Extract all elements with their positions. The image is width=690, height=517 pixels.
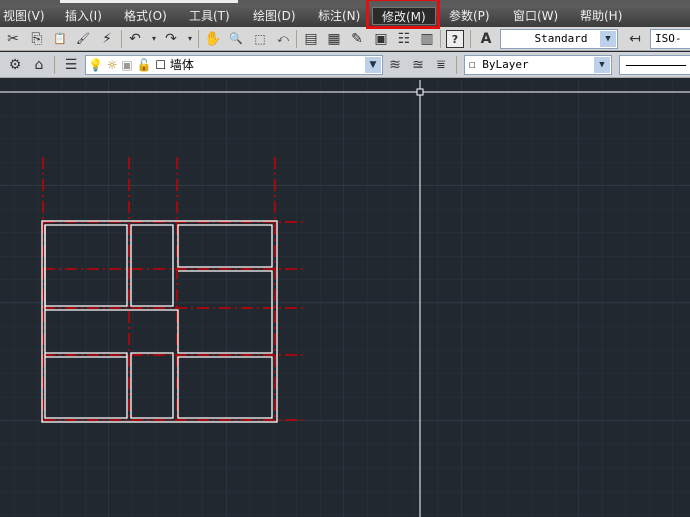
layers-toolbar: ⚙ ⌂ ☰ 💡 ☼ ▣ 🔓 ☐ 墙体 ▼ ≋ ≊ ⩸ ☐ ByLayer ▼ bbox=[0, 52, 690, 78]
markup-icon[interactable]: ☷ bbox=[395, 30, 413, 48]
properties-icon[interactable]: ▤ bbox=[302, 30, 320, 48]
color-swatch: ☐ bbox=[469, 58, 483, 71]
color-select[interactable]: ☐ ByLayer ▼ bbox=[464, 55, 612, 75]
match-properties-icon[interactable]: 🖌 bbox=[74, 30, 92, 48]
chevron-down-icon[interactable]: ▼ bbox=[600, 31, 616, 47]
cut-icon[interactable]: ✂ bbox=[4, 30, 22, 48]
calculator-icon[interactable]: ▥ bbox=[418, 30, 436, 48]
help-icon[interactable]: ? bbox=[446, 30, 464, 48]
sun-icon: ☼ bbox=[106, 58, 118, 72]
menu-format[interactable]: 格式(O) bbox=[121, 7, 170, 25]
menu-parameter[interactable]: 参数(P) bbox=[446, 7, 493, 25]
layer-color-swatch: ☐ bbox=[155, 58, 167, 72]
layer-states-icon[interactable]: ⩸ bbox=[432, 56, 450, 74]
menu-window[interactable]: 窗口(W) bbox=[510, 7, 561, 25]
chevron-down-icon[interactable]: ▼ bbox=[594, 57, 610, 73]
dimension-style-select[interactable]: ISO- bbox=[650, 29, 690, 49]
make-current-layer-icon[interactable]: ≋ bbox=[386, 56, 404, 74]
block-editor-icon[interactable]: ⚡ bbox=[98, 30, 116, 48]
menu-insert[interactable]: 插入(I) bbox=[62, 7, 105, 25]
copy-icon[interactable]: ⎘ bbox=[28, 30, 46, 48]
dimension-style-icon[interactable]: ↤ bbox=[626, 30, 644, 48]
text-style-select[interactable]: Standard ▼ bbox=[500, 29, 618, 49]
zoom-realtime-icon[interactable]: 🔍 bbox=[227, 30, 245, 48]
viewport-freeze-icon: ▣ bbox=[121, 58, 133, 72]
highlight-box bbox=[366, 0, 440, 29]
layer-previous-icon[interactable]: ≊ bbox=[409, 56, 427, 74]
standard-toolbar: ✂ ⎘ 📋 🖌 ⚡ ↶ ▾ ↷ ▾ ✋ 🔍 ⬚ ⤺ ▤ ▦ ✎ ▣ ☷ ▥ ? … bbox=[0, 27, 690, 51]
pan-icon[interactable]: ✋ bbox=[204, 30, 222, 48]
zoom-window-icon[interactable]: ⬚ bbox=[251, 30, 269, 48]
sheet-set-icon[interactable]: ▣ bbox=[372, 30, 390, 48]
linetype-select[interactable] bbox=[619, 55, 690, 75]
redo-dropdown-icon[interactable]: ▾ bbox=[181, 30, 199, 48]
menu-tools[interactable]: 工具(T) bbox=[186, 7, 233, 25]
layer-select[interactable]: 💡 ☼ ▣ 🔓 ☐ 墙体 ▼ bbox=[85, 55, 383, 75]
workspace-icon[interactable]: ⌂ bbox=[30, 56, 48, 74]
redo-icon[interactable]: ↷ bbox=[162, 30, 180, 48]
paste-icon[interactable]: 📋 bbox=[51, 30, 69, 48]
drawing-canvas[interactable] bbox=[0, 80, 690, 517]
menu-draw[interactable]: 绘图(D) bbox=[250, 7, 299, 25]
linetype-preview bbox=[626, 65, 686, 66]
menu-help[interactable]: 帮助(H) bbox=[577, 7, 625, 25]
undo-dropdown-icon[interactable]: ▾ bbox=[145, 30, 163, 48]
undo-icon[interactable]: ↶ bbox=[126, 30, 144, 48]
bulb-icon: 💡 bbox=[88, 58, 103, 72]
design-center-icon[interactable]: ▦ bbox=[325, 30, 343, 48]
tool-palettes-icon[interactable]: ✎ bbox=[348, 30, 366, 48]
lock-icon: 🔓 bbox=[136, 58, 152, 72]
menu-view[interactable]: 视图(V) bbox=[0, 7, 48, 25]
zoom-previous-icon[interactable]: ⤺ bbox=[274, 30, 292, 48]
workspace-settings-icon[interactable]: ⚙ bbox=[6, 56, 24, 74]
chevron-down-icon[interactable]: ▼ bbox=[365, 57, 381, 73]
menu-dimension[interactable]: 标注(N) bbox=[315, 7, 363, 25]
text-style-icon[interactable]: A bbox=[477, 30, 495, 48]
layer-manager-icon[interactable]: ☰ bbox=[62, 56, 80, 74]
layer-name: 墙体 bbox=[169, 58, 194, 72]
menu-bar: 视图(V) 插入(I) 格式(O) 工具(T) 绘图(D) 标注(N) 修改(M… bbox=[0, 5, 690, 27]
